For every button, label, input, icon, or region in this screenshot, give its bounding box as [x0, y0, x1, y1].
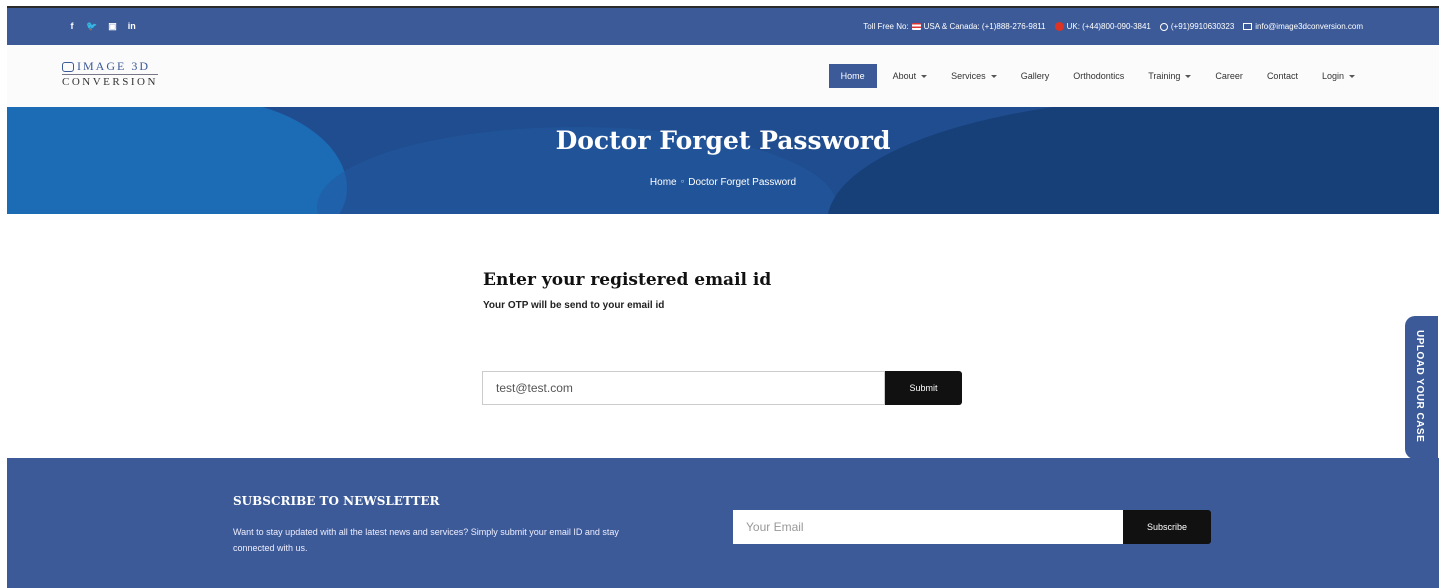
page-title: Doctor Forget Password — [555, 126, 891, 155]
newsletter-email-input[interactable]: Your Email — [733, 510, 1123, 544]
email-form-row: test@test.com Submit — [482, 371, 962, 405]
top-bar: f 🐦 ▣ in Toll Free No: USA & Canada: (+1… — [7, 6, 1439, 45]
usa-canada-phone[interactable]: USA & Canada: (+1)888-276-9811 — [924, 22, 1046, 31]
breadcrumb-home[interactable]: Home — [650, 177, 677, 188]
social-links: f 🐦 ▣ in — [69, 21, 136, 32]
breadcrumb-separator-icon: ○ — [680, 179, 685, 186]
chevron-down-icon — [921, 74, 928, 78]
upload-case-label: UPLOAD YOUR CASE — [1414, 330, 1425, 443]
upload-case-tab[interactable]: UPLOAD YOUR CASE — [1405, 316, 1438, 459]
nav-item-training[interactable]: Training — [1136, 64, 1203, 88]
nav-item-orthodontics[interactable]: Orthodontics — [1061, 64, 1136, 88]
mail-icon — [1243, 23, 1253, 30]
breadcrumb-current: Doctor Forget Password — [688, 177, 797, 188]
whatsapp-phone[interactable]: (+91)9910630323 — [1171, 22, 1234, 31]
nav-item-contact[interactable]: Contact — [1255, 64, 1310, 88]
submit-button[interactable]: Submit — [885, 371, 962, 405]
newsletter-footer: SUBSCRIBE TO NEWSLETTER Want to stay upd… — [7, 458, 1439, 588]
chevron-down-icon — [1349, 74, 1355, 78]
facebook-icon[interactable]: f — [69, 21, 75, 32]
form-heading: Enter your registered email id — [483, 270, 772, 290]
main-navbar: IMAGE 3D CONVERSION Home About Services … — [7, 45, 1439, 107]
forgot-password-form-header: Enter your registered email id Your OTP … — [483, 270, 771, 311]
twitter-icon[interactable]: 🐦 — [86, 21, 97, 32]
uk-phone[interactable]: UK: (+44)800-090-3841 — [1067, 22, 1151, 31]
usa-flag-icon — [911, 23, 921, 30]
whatsapp-icon — [1159, 22, 1168, 31]
nav-item-login[interactable]: Login — [1310, 64, 1367, 88]
newsletter-heading: SUBSCRIBE TO NEWSLETTER — [233, 494, 440, 508]
site-logo[interactable]: IMAGE 3D CONVERSION — [62, 59, 158, 88]
hero-decoration — [827, 107, 1439, 214]
nav-menu: Home About Services Gallery Orthodontics… — [828, 64, 1367, 88]
page-hero-banner: Doctor Forget Password Home ○ Doctor Forge… — [7, 107, 1439, 214]
hero-decoration — [7, 107, 347, 214]
chevron-down-icon — [1185, 74, 1192, 78]
contact-info: Toll Free No: USA & Canada: (+1)888-276-… — [863, 22, 1363, 31]
newsletter-description: Want to stay updated with all the latest… — [233, 527, 619, 553]
nav-item-gallery[interactable]: Gallery — [1009, 64, 1062, 88]
instagram-icon[interactable]: ▣ — [108, 21, 117, 32]
subscribe-button[interactable]: Subscribe — [1123, 510, 1211, 544]
logo-line1: IMAGE 3D — [77, 59, 150, 73]
form-subheading: Your OTP will be send to your email id — [483, 300, 665, 311]
uk-flag-icon — [1054, 22, 1064, 31]
email-input[interactable]: test@test.com — [482, 371, 885, 405]
breadcrumb: Home ○ Doctor Forget Password — [7, 177, 1439, 188]
logo-mark-icon — [62, 61, 74, 72]
nav-item-home[interactable]: Home — [828, 64, 877, 88]
nav-item-career[interactable]: Career — [1203, 64, 1255, 88]
nav-item-about[interactable]: About — [881, 64, 940, 88]
chevron-down-icon — [990, 74, 997, 78]
toll-free-label: Toll Free No: — [863, 22, 909, 31]
newsletter-form-row: Your Email Subscribe — [733, 510, 1211, 544]
linkedin-icon[interactable]: in — [128, 21, 136, 32]
contact-email[interactable]: info@image3dconversion.com — [1255, 22, 1363, 31]
logo-line2: CONVERSION — [62, 74, 158, 88]
nav-item-services[interactable]: Services — [939, 64, 1009, 88]
